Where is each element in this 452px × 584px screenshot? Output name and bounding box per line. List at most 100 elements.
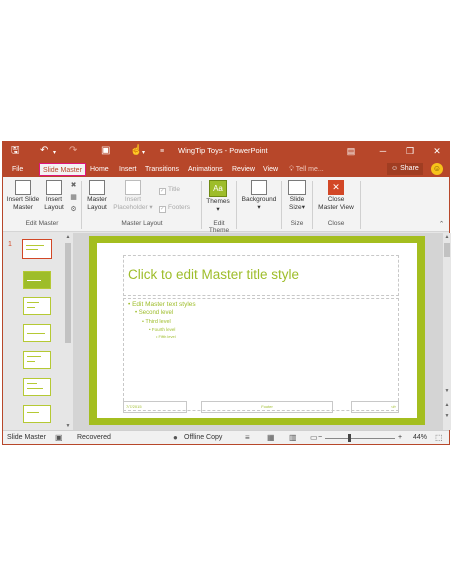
person-icon: ☺︎ xyxy=(391,165,399,172)
thumbnail-scrollbar[interactable]: ▲ ▼ xyxy=(64,233,72,430)
previous-slide-icon[interactable]: ▲ xyxy=(443,402,451,408)
thumbnail-layout[interactable] xyxy=(23,271,51,289)
tab-slide-master[interactable]: Slide Master xyxy=(39,163,86,176)
scrollbar-thumb[interactable] xyxy=(65,243,71,343)
text-level-4-text: Fourth level xyxy=(151,327,176,332)
thumbnail-line xyxy=(27,307,35,308)
slideshow-icon[interactable]: ▭ xyxy=(310,434,318,442)
collapse-ribbon-icon[interactable]: ⌃ xyxy=(437,220,446,229)
undo-dropdown-icon[interactable]: ▾ xyxy=(53,147,56,159)
delete-icon[interactable]: ✖ xyxy=(69,181,78,190)
title-placeholder[interactable]: Click to edit Master title style xyxy=(123,255,399,296)
start-from-beginning-icon[interactable]: ▣ xyxy=(101,145,110,157)
close-master-view-line2: Master View xyxy=(318,204,354,211)
master-layout-line1: Master xyxy=(87,196,107,203)
insert-slide-master-button[interactable]: Insert Slide Master xyxy=(5,180,41,212)
themes-label: Themes xyxy=(206,198,230,205)
thumbnail-pane: 1 ▲ ▼ xyxy=(3,233,73,430)
insert-layout-button[interactable]: Insert Layout xyxy=(42,180,66,212)
insert-slide-master-line1: Insert Slide xyxy=(6,196,40,203)
rename-icon[interactable]: ▦ xyxy=(69,193,78,202)
group-close-label: Close xyxy=(327,220,345,227)
editor-scroll-track xyxy=(443,243,451,257)
slide-master-canvas[interactable]: Click to edit Master title style • Edit … xyxy=(89,236,425,425)
zoom-slider[interactable] xyxy=(325,438,395,439)
tell-me-box[interactable]: 💡︎ Tell me... xyxy=(289,163,324,176)
close-master-view-button[interactable]: ✕ Close Master View xyxy=(314,180,358,212)
thumbnail-line xyxy=(27,333,45,334)
thumbnail-line xyxy=(27,383,37,384)
restore-icon[interactable]: ❐ xyxy=(400,144,420,158)
master-title-text: Click to edit Master title style xyxy=(128,267,300,282)
insert-placeholder-line1: Insert xyxy=(124,196,142,203)
slide-size-line1: Slide xyxy=(289,196,305,203)
editor-scrollbar[interactable]: ▲ ▼ ▲ ▼ xyxy=(443,233,451,430)
thumbnail-line xyxy=(27,361,35,362)
share-button[interactable]: ☺︎ Share xyxy=(387,163,423,175)
title-check-label: Title xyxy=(168,186,181,193)
insert-placeholder-line2: Placeholder xyxy=(113,204,148,211)
slide-size-icon xyxy=(288,180,306,195)
tab-transitions[interactable]: Transitions xyxy=(142,163,182,176)
thumbnail-slide-master[interactable] xyxy=(22,239,52,259)
scroll-down-icon[interactable]: ▼ xyxy=(443,388,451,394)
zoom-out-icon[interactable]: − xyxy=(318,434,322,442)
save-icon[interactable]: 🖫 xyxy=(11,145,20,157)
fit-to-window-icon[interactable]: ⬚ xyxy=(435,434,443,442)
lightbulb-icon: 💡︎ xyxy=(289,166,294,173)
master-layout-button[interactable]: Master Layout xyxy=(84,180,110,212)
tab-animations[interactable]: Animations xyxy=(185,163,226,176)
status-offline: Offline Copy xyxy=(184,434,223,441)
reading-view-icon[interactable]: ▥ xyxy=(289,434,297,442)
notes-icon[interactable]: ≡ xyxy=(245,434,250,442)
zoom-level[interactable]: 44% xyxy=(413,434,427,442)
thumbnail-layout[interactable] xyxy=(23,405,51,423)
minimize-icon[interactable]: ─ xyxy=(373,144,393,158)
touch-mode-dropdown-icon[interactable]: ▾ xyxy=(142,147,145,159)
next-slide-icon[interactable]: ▼ xyxy=(443,413,451,419)
preserve-icon[interactable]: ⚙ xyxy=(69,205,78,214)
undo-icon[interactable]: ↶ xyxy=(40,145,48,157)
scroll-down-icon[interactable]: ▼ xyxy=(64,423,72,429)
text-level-2-text: Second level xyxy=(138,310,174,316)
spelling-icon[interactable]: ▣ xyxy=(55,434,63,442)
background-button[interactable]: Background ▾ xyxy=(239,180,279,212)
thumbnail-layout[interactable] xyxy=(23,378,51,396)
scroll-up-icon[interactable]: ▲ xyxy=(64,234,72,240)
group-separator xyxy=(81,181,82,229)
insert-slide-master-icon xyxy=(15,180,31,195)
customize-qat-icon[interactable]: ≡ xyxy=(160,146,164,158)
tab-home[interactable]: Home xyxy=(87,163,112,176)
thumbnail-layout[interactable] xyxy=(23,351,51,369)
footer-placeholder[interactable]: Footer xyxy=(201,401,333,413)
thumbnail-layout[interactable] xyxy=(23,297,51,315)
body-placeholder[interactable]: • Edit Master text styles • Second level… xyxy=(123,298,399,411)
normal-view-icon[interactable]: ▦ xyxy=(267,434,275,442)
touch-mode-icon[interactable]: ☝ xyxy=(130,145,142,157)
footers-check-label: Footers xyxy=(168,204,191,211)
insert-slide-master-line2: Master xyxy=(13,204,33,211)
slide-number-placeholder[interactable]: ‹#› xyxy=(351,401,399,413)
thumbnail-layout[interactable] xyxy=(23,324,51,342)
tab-file[interactable]: File xyxy=(9,163,26,176)
date-placeholder[interactable]: 7/7/2015 xyxy=(123,401,187,413)
group-separator xyxy=(236,181,237,229)
tab-review[interactable]: Review xyxy=(229,163,258,176)
ribbon-display-options-icon[interactable]: ▤ xyxy=(341,144,361,158)
themes-button[interactable]: Aa Themes ▾ xyxy=(204,180,232,214)
ribbon-tabs: File Slide Master Home Insert Transition… xyxy=(3,161,449,177)
scrollbar-thumb[interactable] xyxy=(444,243,450,257)
slide-size-button[interactable]: Slide Size▾ xyxy=(284,180,310,212)
zoom-slider-handle[interactable] xyxy=(348,434,351,442)
scroll-up-icon[interactable]: ▲ xyxy=(443,234,451,240)
feedback-smiley-icon[interactable]: ☺︎ xyxy=(431,163,443,175)
redo-icon: ↷ xyxy=(69,145,78,156)
slide-editor: Click to edit Master title style • Edit … xyxy=(73,233,449,430)
footers-check-box: ✓ xyxy=(159,206,166,213)
close-icon[interactable]: ✕ xyxy=(427,144,447,158)
group-edit-master-label: Edit Master xyxy=(25,220,59,227)
tab-view[interactable]: View xyxy=(260,163,281,176)
zoom-in-icon[interactable]: + xyxy=(398,434,402,442)
text-level-4: • Fourth level xyxy=(149,327,176,332)
tab-insert[interactable]: Insert xyxy=(116,163,140,176)
